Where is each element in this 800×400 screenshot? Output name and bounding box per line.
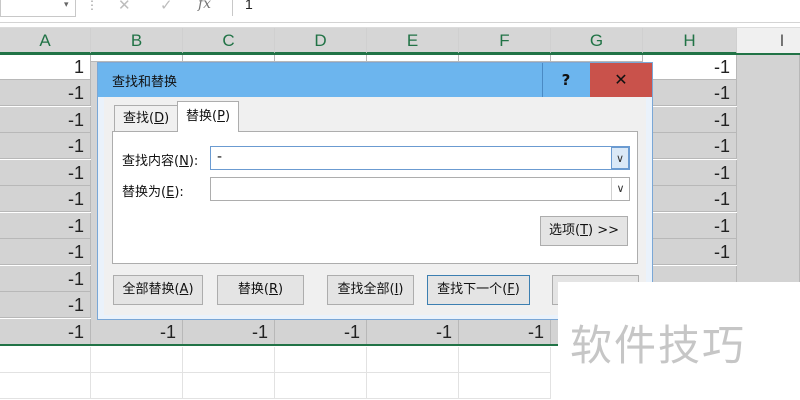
column-header-g[interactable]: G bbox=[551, 28, 643, 54]
column-header-e[interactable]: E bbox=[367, 28, 459, 54]
empty-cell[interactable] bbox=[367, 373, 459, 399]
close-button[interactable]: ✕ bbox=[590, 63, 652, 97]
replace-button[interactable]: 替换(R) bbox=[217, 275, 304, 305]
chevron-down-icon[interactable]: ▾ bbox=[64, 0, 69, 10]
cell-d1[interactable] bbox=[275, 54, 367, 62]
cell-e1[interactable] bbox=[367, 54, 459, 62]
replace-with-label: 替换为(E): bbox=[122, 185, 184, 200]
empty-cell[interactable] bbox=[183, 373, 275, 399]
empty-cell[interactable] bbox=[459, 347, 551, 373]
cell-a[interactable]: -1 bbox=[0, 80, 91, 106]
column-header-c[interactable]: C bbox=[183, 28, 275, 54]
empty-cell[interactable] bbox=[91, 347, 183, 373]
help-button[interactable]: ? bbox=[542, 63, 589, 97]
column-header-a[interactable]: A bbox=[0, 28, 91, 54]
replace-all-button[interactable]: 全部替换(A) bbox=[113, 275, 203, 305]
cell-h[interactable]: -1 bbox=[643, 133, 737, 159]
formula-input[interactable]: 1 bbox=[232, 0, 800, 16]
cell-a[interactable]: -1 bbox=[0, 213, 91, 239]
empty-cell[interactable] bbox=[91, 373, 183, 399]
check-icon[interactable]: ✓ bbox=[160, 0, 173, 14]
cell-f1[interactable] bbox=[459, 54, 551, 62]
cancel-icon[interactable]: ✕ bbox=[118, 0, 131, 14]
chevron-down-icon[interactable]: ∨ bbox=[611, 147, 629, 169]
cell-d-last[interactable]: -1 bbox=[275, 319, 367, 345]
cell-g1[interactable] bbox=[551, 54, 643, 62]
dialog-title: 查找和替换 bbox=[112, 75, 178, 90]
cell-h[interactable]: -1 bbox=[643, 160, 737, 186]
cell-a[interactable]: -1 bbox=[0, 186, 91, 212]
tab-replace[interactable]: 替换(P) bbox=[177, 101, 240, 132]
column-header-h[interactable]: H bbox=[643, 28, 737, 54]
formula-bar: ▾ ⋮ ✕ ✓ fx 1 bbox=[0, 0, 800, 23]
cell-h[interactable]: -1 bbox=[643, 186, 737, 212]
empty-cell[interactable] bbox=[275, 373, 367, 399]
replace-with-combo[interactable]: ∨ bbox=[210, 177, 630, 201]
cell-h[interactable]: -1 bbox=[643, 107, 737, 133]
insert-function-icon[interactable]: fx bbox=[198, 0, 211, 12]
cell-f-last[interactable]: -1 bbox=[459, 319, 551, 345]
column-header-f[interactable]: F bbox=[459, 28, 551, 54]
find-what-value: - bbox=[217, 149, 223, 165]
column-header-d[interactable]: D bbox=[275, 28, 367, 54]
column-header-b[interactable]: B bbox=[91, 28, 183, 54]
cell-e-last[interactable]: -1 bbox=[367, 319, 459, 345]
find-next-button[interactable]: 查找下一个(F) bbox=[427, 275, 530, 305]
dialog-titlebar[interactable]: 查找和替换 ? ✕ bbox=[98, 63, 652, 97]
watermark-text: 软件技巧 bbox=[570, 321, 747, 370]
empty-cell[interactable] bbox=[0, 373, 91, 399]
cell-b-last[interactable]: -1 bbox=[91, 319, 183, 345]
chevron-down-icon[interactable]: ∨ bbox=[611, 178, 629, 200]
cell-a[interactable]: -1 bbox=[0, 292, 91, 318]
cell-b1[interactable] bbox=[91, 54, 183, 62]
find-all-button[interactable]: 查找全部(I) bbox=[327, 275, 414, 305]
empty-cell[interactable] bbox=[183, 347, 275, 373]
column-header-i[interactable]: I bbox=[737, 28, 800, 54]
name-box[interactable]: ▾ bbox=[0, 0, 76, 17]
empty-cell[interactable] bbox=[367, 347, 459, 373]
cell-h1[interactable]: -1 bbox=[643, 54, 737, 80]
cell-a1[interactable]: 1 bbox=[0, 54, 91, 80]
cell-a[interactable]: -1 bbox=[0, 160, 91, 186]
empty-cell[interactable] bbox=[459, 373, 551, 399]
more-icon: ⋮ bbox=[86, 0, 98, 12]
cell-a[interactable]: -1 bbox=[0, 133, 91, 159]
cell-h[interactable]: -1 bbox=[643, 213, 737, 239]
cell-h[interactable]: -1 bbox=[643, 239, 737, 265]
cell-a[interactable]: -1 bbox=[0, 266, 91, 292]
find-what-label: 查找内容(N): bbox=[122, 154, 199, 169]
cell-a[interactable]: -1 bbox=[0, 239, 91, 265]
cell-a[interactable]: -1 bbox=[0, 319, 91, 345]
options-button[interactable]: 选项(T) >> bbox=[540, 216, 628, 246]
cell-h[interactable]: -1 bbox=[643, 80, 737, 106]
column-header-row: A B C D E F G H I bbox=[0, 27, 800, 55]
empty-cell[interactable] bbox=[275, 347, 367, 373]
cell-a[interactable]: -1 bbox=[0, 107, 91, 133]
find-what-combo[interactable]: - ∨ bbox=[210, 146, 630, 170]
replace-panel: 查找内容(N): - ∨ 替换为(E): ∨ 选项(T) >> bbox=[112, 131, 638, 264]
tab-find[interactable]: 查找(D) bbox=[114, 105, 179, 131]
formula-value: 1 bbox=[245, 0, 253, 12]
watermark-overlay: 软件技巧 bbox=[558, 282, 800, 400]
cell-c-last[interactable]: -1 bbox=[183, 319, 275, 345]
cell-c1[interactable] bbox=[183, 54, 275, 62]
empty-cell[interactable] bbox=[0, 347, 91, 373]
